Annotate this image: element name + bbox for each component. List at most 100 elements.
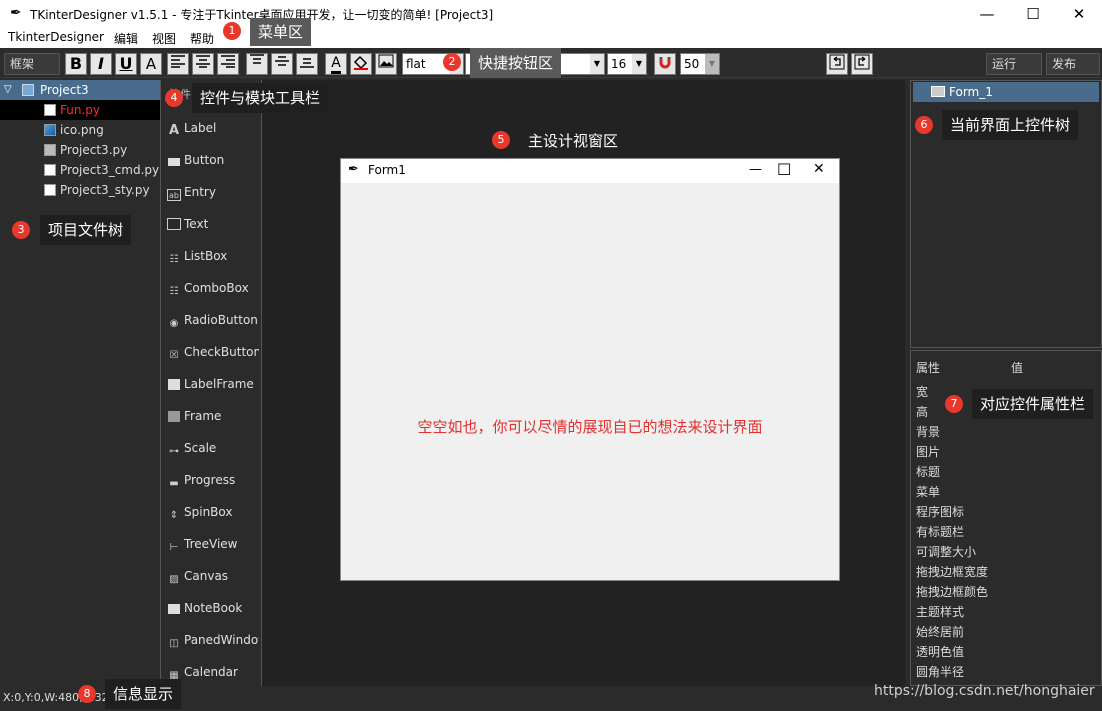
property-transparent-color[interactable]: 透明色值 <box>916 643 964 660</box>
widget-treeview[interactable]: ⊢ TreeView <box>167 534 259 554</box>
font-a-button[interactable]: A <box>140 53 162 75</box>
properties-header-attr: 属性 <box>916 361 941 375</box>
properties-header-value: 值 <box>1011 361 1024 375</box>
property-background[interactable]: 背景 <box>916 423 940 440</box>
button-icon <box>167 158 181 170</box>
python-file-icon <box>44 164 56 176</box>
widget-entry[interactable]: ab Entry <box>167 182 259 202</box>
form-file-icon <box>44 144 56 156</box>
font-size-dropdown-arrow[interactable]: ▼ <box>632 54 646 74</box>
control-tree-root[interactable]: Form_1 <box>913 82 1099 102</box>
tree-file-project3[interactable]: Project3.py <box>0 140 160 160</box>
alpha-select[interactable]: 50 ▼ <box>680 53 720 75</box>
publish-button[interactable]: 发布 <box>1046 53 1100 75</box>
menu-bar: TkinterDesigner 编辑 视图 帮助 <box>0 28 1102 48</box>
menu-edit[interactable]: 编辑 <box>114 30 138 47</box>
form-minimize-button[interactable]: — <box>749 162 762 177</box>
widget-name: Label <box>184 121 217 135</box>
frame-select[interactable]: 框架 <box>4 53 60 75</box>
form-close-button[interactable]: ✕ <box>813 161 825 177</box>
property-always-on-top[interactable]: 始终居前 <box>916 623 964 640</box>
property-drag-border-color[interactable]: 拖拽边框颜色 <box>916 583 988 600</box>
annotation-label-5: 主设计视窗区 <box>520 126 627 156</box>
tree-file-project3-sty[interactable]: Project3_sty.py <box>0 180 160 200</box>
run-button[interactable]: 运行 <box>986 53 1042 75</box>
panedwindow-icon: ◫ <box>169 638 179 649</box>
widget-checkbutton[interactable]: ☒ CheckButton <box>167 342 259 362</box>
fill-bucket-icon[interactable] <box>350 53 372 75</box>
font-family-dropdown-arrow[interactable]: ▼ <box>590 54 604 74</box>
form-maximize-button[interactable]: ☐ <box>777 160 791 179</box>
form-window[interactable]: ✒ Form1 — ☐ ✕ 空空如也，你可以尽情的展现自已的想法来设计界面 <box>340 158 840 581</box>
tree-file-label: ico.png <box>60 123 104 137</box>
form-title-bar[interactable]: ✒ Form1 — ☐ ✕ <box>341 159 839 183</box>
minimize-button[interactable]: — <box>964 0 1010 28</box>
annotation-label-6: 当前界面上控件树 <box>942 110 1079 140</box>
listbox-icon: ☷ <box>169 254 179 265</box>
widget-progress[interactable]: ▬ Progress <box>167 470 259 490</box>
property-image[interactable]: 图片 <box>916 443 940 460</box>
property-theme-style[interactable]: 主题样式 <box>916 603 964 620</box>
menu-tkinterdesigner[interactable]: TkinterDesigner <box>8 30 104 44</box>
align-center-icon[interactable] <box>192 53 214 75</box>
widget-name: Frame <box>184 409 222 423</box>
redo-icon[interactable] <box>851 53 873 75</box>
checkbox-icon: ☒ <box>169 350 179 361</box>
radio-icon: ◉ <box>169 318 179 329</box>
scale-icon: ⊶ <box>169 446 179 457</box>
maximize-button[interactable]: ☐ <box>1010 0 1056 28</box>
widget-name: NoteBook <box>184 601 243 615</box>
align-left-icon[interactable] <box>167 53 189 75</box>
underline-button[interactable]: U <box>115 53 137 75</box>
tree-root-label: Project3 <box>40 83 89 97</box>
valign-top-icon[interactable] <box>246 53 268 75</box>
close-button[interactable]: ✕ <box>1056 0 1102 28</box>
menu-help[interactable]: 帮助 <box>190 30 214 47</box>
bold-button[interactable]: B <box>65 53 87 75</box>
property-app-icon[interactable]: 程序图标 <box>916 503 964 520</box>
tree-root-project3[interactable]: ▽ Project3 <box>0 80 160 100</box>
font-size-select[interactable]: 16 ▼ <box>607 53 647 75</box>
property-menu[interactable]: 菜单 <box>916 483 940 500</box>
property-corner-radius[interactable]: 圆角半径 <box>916 663 964 680</box>
widget-notebook[interactable]: NoteBook <box>167 598 259 618</box>
widget-name: RadioButton <box>184 313 258 327</box>
image-icon[interactable] <box>375 53 397 75</box>
widget-button[interactable]: Button <box>167 150 259 170</box>
tree-file-label: Project3_sty.py <box>60 183 150 197</box>
magnet-icon[interactable] <box>654 53 676 75</box>
undo-icon[interactable] <box>826 53 848 75</box>
widget-spinbox[interactable]: ⇕ SpinBox <box>167 502 259 522</box>
widget-text[interactable]: Text <box>167 214 259 234</box>
widget-name: Button <box>184 153 225 167</box>
font-color-icon[interactable]: A <box>325 53 347 75</box>
property-width[interactable]: 宽 <box>916 383 928 400</box>
property-height[interactable]: 高 <box>916 403 928 420</box>
property-resizable[interactable]: 可调整大小 <box>916 543 976 560</box>
align-right-icon[interactable] <box>217 53 239 75</box>
widget-scale[interactable]: ⊶ Scale <box>167 438 259 458</box>
property-drag-border-width[interactable]: 拖拽边框宽度 <box>916 563 988 580</box>
tree-file-label: Project3_cmd.py <box>60 163 160 177</box>
alpha-dropdown-arrow[interactable]: ▼ <box>705 54 719 74</box>
tree-file-ico[interactable]: ico.png <box>0 120 160 140</box>
widget-radiobutton[interactable]: ◉ RadioButton <box>167 310 259 330</box>
widget-labelframe[interactable]: LabelFrame <box>167 374 259 394</box>
menu-view[interactable]: 视图 <box>152 30 176 47</box>
widget-panedwindow[interactable]: ◫ PanedWindow <box>167 630 259 650</box>
widget-listbox[interactable]: ☷ ListBox <box>167 246 259 266</box>
expand-arrow-icon[interactable]: ▽ <box>4 80 12 100</box>
italic-button[interactable]: I <box>90 53 112 75</box>
widget-canvas[interactable]: ▨ Canvas <box>167 566 259 586</box>
property-has-titlebar[interactable]: 有标题栏 <box>916 523 964 540</box>
tree-file-fun[interactable]: Fun.py <box>0 100 160 120</box>
tree-file-label: Project3.py <box>60 143 128 157</box>
valign-bottom-icon[interactable] <box>296 53 318 75</box>
property-title[interactable]: 标题 <box>916 463 940 480</box>
widget-combobox[interactable]: ☷ ComboBox <box>167 278 259 298</box>
labelframe-icon <box>167 379 181 391</box>
widget-frame[interactable]: Frame <box>167 406 259 426</box>
widget-label[interactable]: A Label <box>167 118 259 138</box>
valign-middle-icon[interactable] <box>271 53 293 75</box>
tree-file-project3-cmd[interactable]: Project3_cmd.py <box>0 160 160 180</box>
